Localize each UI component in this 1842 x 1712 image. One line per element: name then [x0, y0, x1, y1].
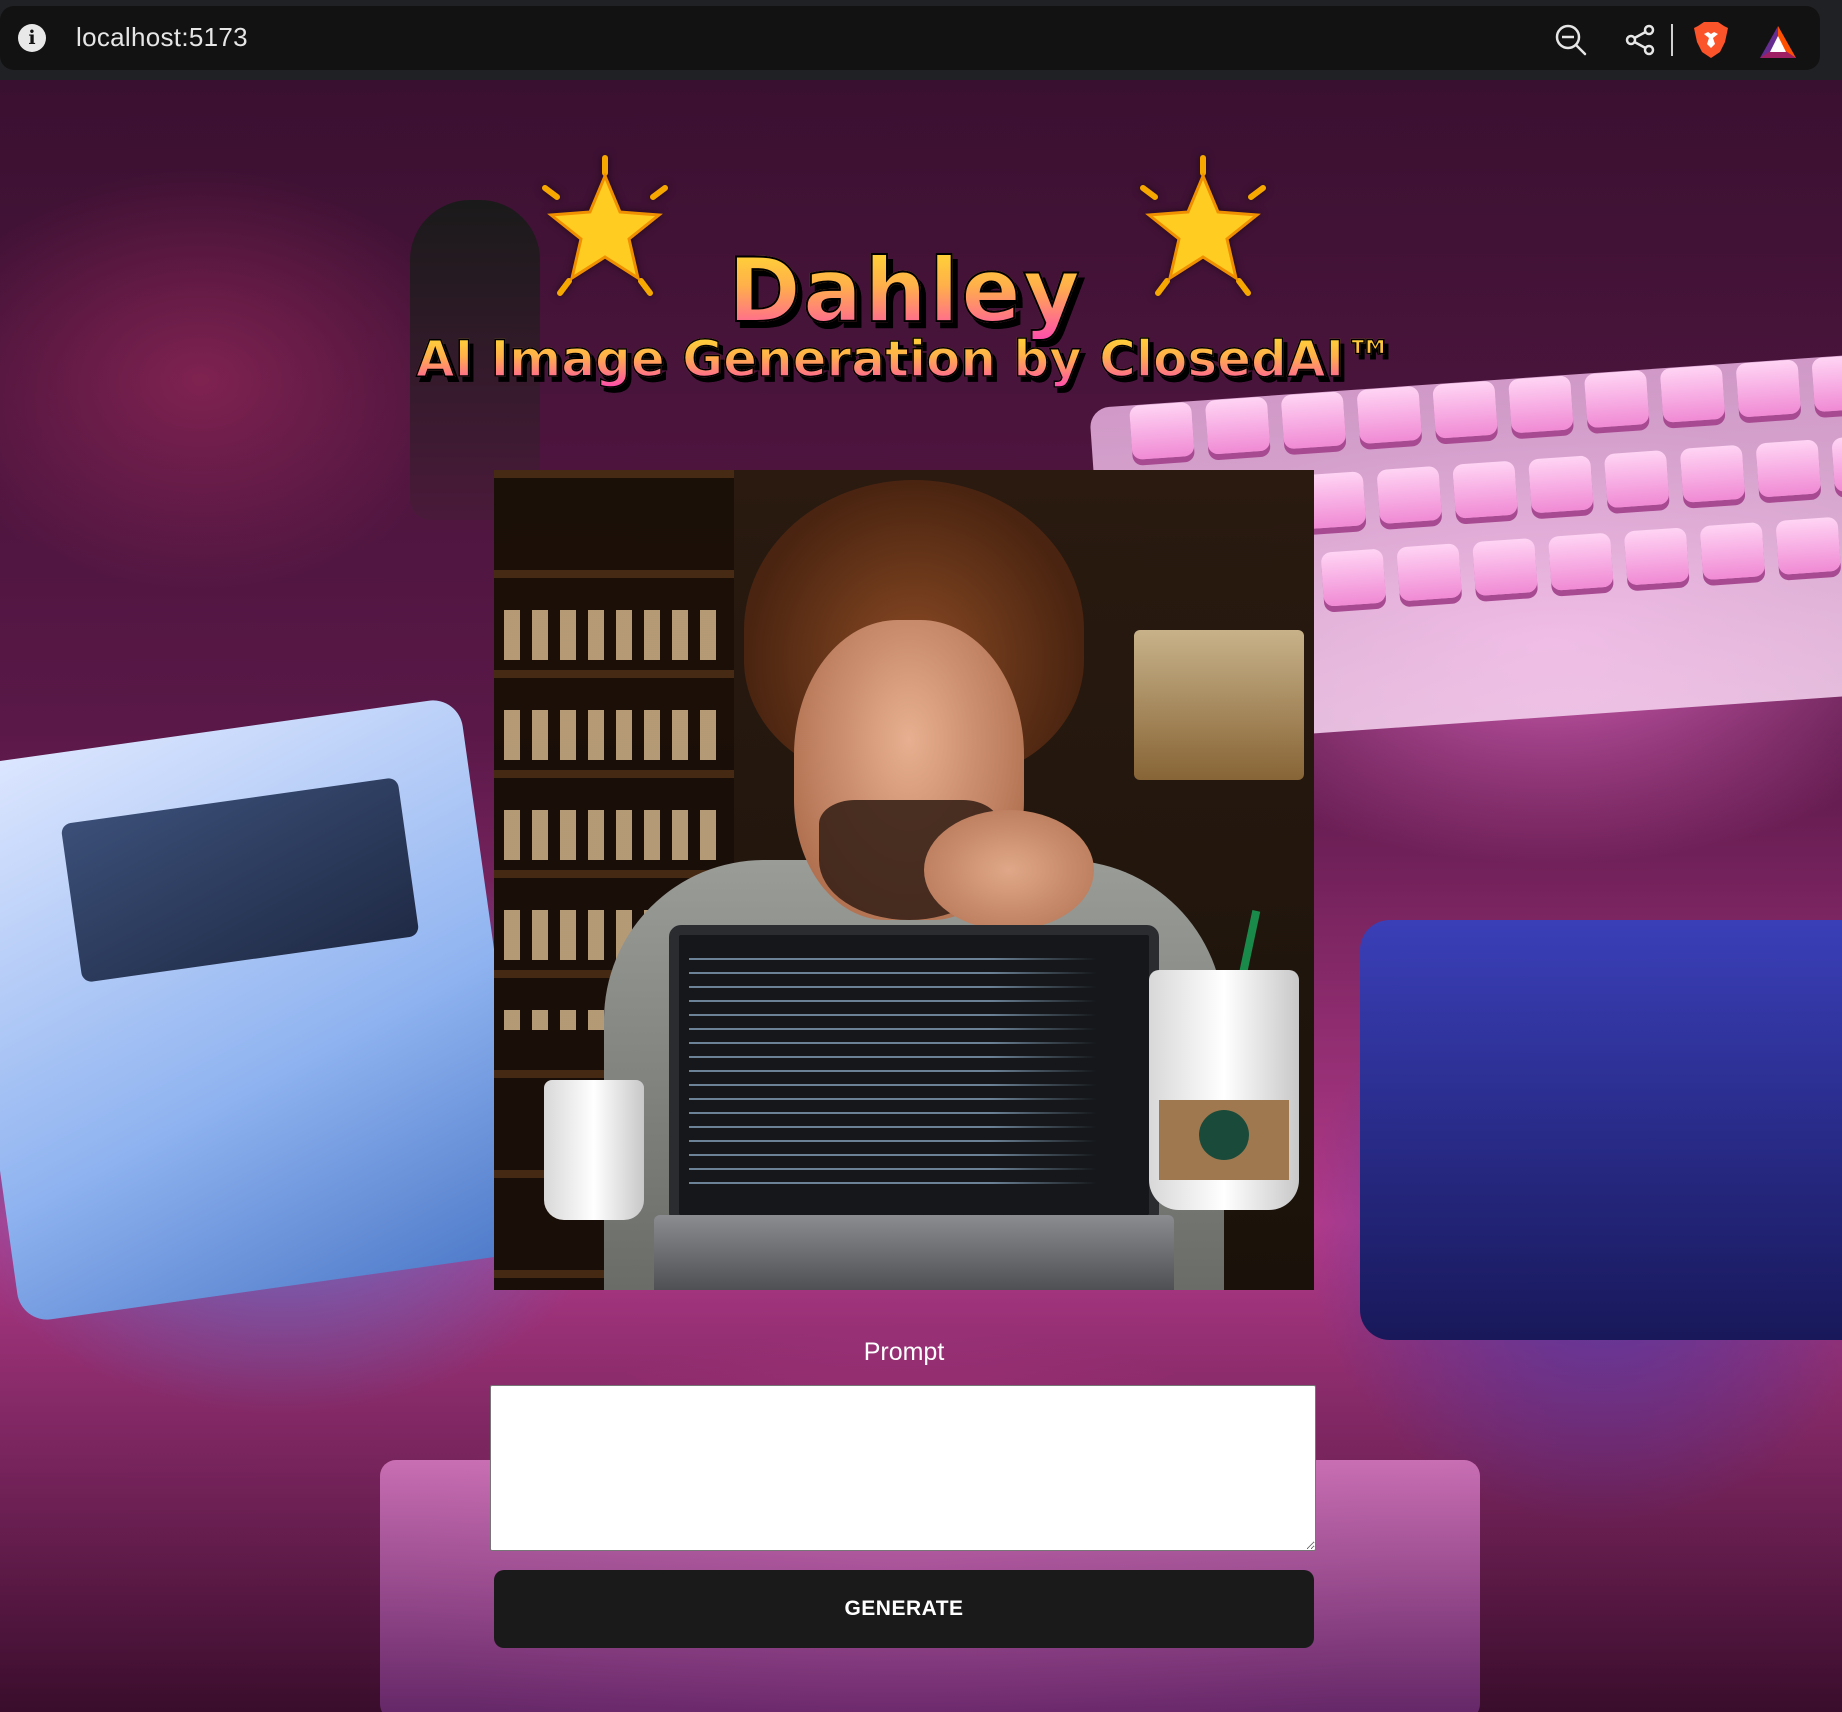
zoom-out-icon[interactable] — [1553, 22, 1589, 58]
generated-image — [494, 470, 1314, 1290]
image-laptop-keyboard — [654, 1215, 1174, 1290]
tape-deck-shape — [1360, 920, 1842, 1340]
toolbar-divider — [1671, 24, 1673, 56]
brave-lion-icon[interactable] — [1692, 20, 1730, 60]
image-laptop-code — [689, 950, 1119, 1190]
app-subtitle: AI Image Generation by ClosedAI™ — [0, 329, 1810, 389]
app-title: Dahley — [0, 238, 1810, 343]
address-bar[interactable]: i localhost:5173 — [0, 6, 1820, 70]
image-person-hand — [924, 810, 1094, 930]
gameboy-shape — [0, 696, 537, 1324]
bat-rewards-icon[interactable] — [1758, 24, 1798, 60]
image-cup-logo — [1199, 1110, 1249, 1160]
share-icon[interactable] — [1622, 22, 1658, 58]
image-coffee-cup — [544, 1080, 644, 1220]
info-icon[interactable]: i — [18, 24, 46, 52]
prompt-label: Prompt — [863, 1338, 945, 1366]
url-text[interactable]: localhost:5173 — [76, 22, 248, 53]
image-menu-sign — [1134, 630, 1304, 780]
generate-button[interactable]: GENERATE — [494, 1570, 1314, 1648]
prompt-input[interactable] — [490, 1385, 1316, 1551]
browser-toolbar: i localhost:5173 — [0, 0, 1842, 80]
